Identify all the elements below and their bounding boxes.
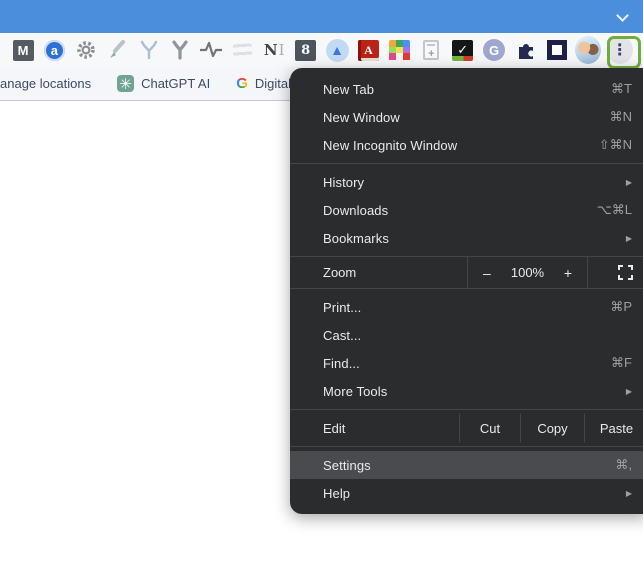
- brush-extension-icon[interactable]: [104, 37, 130, 63]
- fullscreen-button[interactable]: [587, 257, 643, 288]
- bookmark-manage-locations[interactable]: anage locations: [0, 76, 91, 91]
- a-circle-extension-icon[interactable]: a: [41, 37, 67, 63]
- paste-button[interactable]: Paste: [584, 414, 643, 442]
- menu-item-find[interactable]: Find... ⌘F: [290, 349, 643, 377]
- document-plus-extension-icon[interactable]: [418, 37, 444, 63]
- zoom-level-value: 100%: [511, 265, 544, 280]
- extensions-toolbar: M a: [0, 33, 643, 67]
- menu-item-cast[interactable]: Cast...: [290, 321, 643, 349]
- menu-separator: [290, 446, 643, 447]
- chrome-app-menu: New Tab ⌘T New Window ⌘N New Incognito W…: [290, 68, 643, 514]
- menu-item-new-tab[interactable]: New Tab ⌘T: [290, 75, 643, 103]
- submenu-arrow-icon: ▶: [626, 489, 632, 498]
- fullscreen-icon: [618, 265, 633, 280]
- window-titlebar: [0, 0, 643, 33]
- menu-separator: [290, 163, 643, 164]
- wavy-lines-extension-icon[interactable]: [230, 37, 256, 63]
- zoom-in-button[interactable]: +: [554, 265, 582, 281]
- color-palette-extension-icon[interactable]: [387, 37, 413, 63]
- menu-item-edit: Edit Cut Copy Paste: [290, 414, 643, 442]
- branch-extension-icon[interactable]: [167, 37, 193, 63]
- submenu-arrow-icon: ▶: [626, 234, 632, 243]
- wishbone-extension-icon[interactable]: [136, 37, 162, 63]
- waveform-extension-icon[interactable]: [198, 37, 224, 63]
- menu-item-new-window[interactable]: New Window ⌘N: [290, 103, 643, 131]
- google-g-icon: G: [236, 75, 248, 92]
- menu-item-history[interactable]: History ▶: [290, 168, 643, 196]
- zoom-out-button[interactable]: –: [473, 265, 501, 281]
- red-dictionary-extension-icon[interactable]: A: [355, 37, 381, 63]
- menu-item-print[interactable]: Print... ⌘P: [290, 293, 643, 321]
- blue-arrow-extension-icon[interactable]: ▲: [324, 37, 350, 63]
- browser-window: M a: [0, 0, 643, 576]
- three-dot-menu-button[interactable]: ⋮: [607, 37, 633, 63]
- menu-item-zoom: Zoom – 100% +: [290, 256, 643, 289]
- n-cursor-extension-icon[interactable]: NI: [261, 37, 287, 63]
- menu-item-more-tools[interactable]: More Tools ▶: [290, 377, 643, 405]
- menu-item-bookmarks[interactable]: Bookmarks ▶: [290, 224, 643, 252]
- zoom-label: Zoom: [290, 265, 467, 280]
- gear-extension-icon[interactable]: [73, 37, 99, 63]
- checkmark-extension-icon[interactable]: ✓: [450, 37, 476, 63]
- bookmark-label: ChatGPT AI: [141, 76, 210, 91]
- submenu-arrow-icon: ▶: [626, 387, 632, 396]
- chevron-down-icon[interactable]: [616, 9, 629, 22]
- copy-button[interactable]: Copy: [520, 414, 584, 442]
- eight-square-extension-icon[interactable]: 8: [293, 37, 319, 63]
- g-circle-extension-icon[interactable]: G: [481, 37, 507, 63]
- profile-avatar[interactable]: [575, 37, 601, 63]
- menu-item-settings[interactable]: Settings ⌘,: [290, 451, 643, 479]
- edit-label: Edit: [290, 421, 459, 436]
- openai-logo-icon: ✳: [117, 75, 134, 92]
- puzzle-extensions-icon[interactable]: [513, 37, 539, 63]
- menu-separator: [290, 409, 643, 410]
- menu-item-new-incognito-window[interactable]: New Incognito Window ⇧⌘N: [290, 131, 643, 159]
- cut-button[interactable]: Cut: [459, 414, 520, 442]
- menu-item-help[interactable]: Help ▶: [290, 479, 643, 507]
- bookmark-label: anage locations: [0, 76, 91, 91]
- dark-frame-extension-icon[interactable]: [544, 37, 570, 63]
- m-extension-icon[interactable]: M: [10, 37, 36, 63]
- menu-item-downloads[interactable]: Downloads ⌥⌘L: [290, 196, 643, 224]
- bookmark-chatgpt-ai[interactable]: ✳ ChatGPT AI: [117, 75, 210, 92]
- submenu-arrow-icon: ▶: [626, 178, 632, 187]
